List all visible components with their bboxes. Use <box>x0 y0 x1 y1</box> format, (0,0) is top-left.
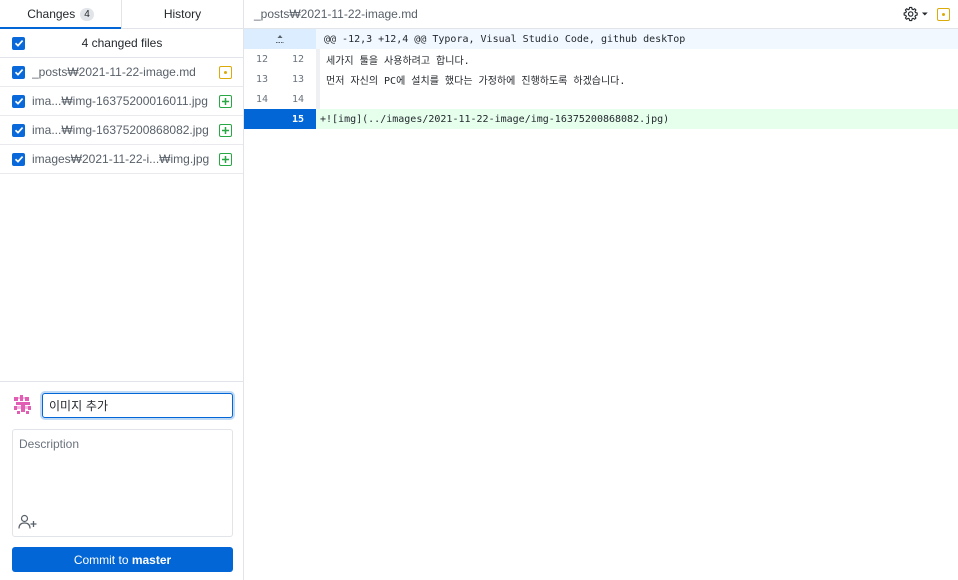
added-file-icon <box>219 94 232 108</box>
diff-line[interactable]: 14 14 <box>244 89 958 109</box>
old-line-number <box>244 109 280 129</box>
new-line-number: 14 <box>291 93 305 105</box>
diff-line[interactable]: 12 12 세가지 툴을 사용하려고 합니다. <box>244 49 958 69</box>
diff-file-path: _posts₩2021-11-22-image.md <box>254 7 418 21</box>
expand-up-icon[interactable] <box>244 29 316 49</box>
file-name: images₩2021-11-22-i...₩img.jpg <box>32 152 210 166</box>
old-line-number: 12 <box>255 53 269 65</box>
tab-history-label: History <box>163 7 202 21</box>
commit-button-prefix: Commit to <box>73 552 132 567</box>
modified-file-icon <box>219 65 232 79</box>
select-all-checkbox[interactable] <box>12 36 25 50</box>
line-content <box>316 89 958 109</box>
avatar <box>12 394 34 416</box>
diff-settings-button[interactable] <box>903 5 929 23</box>
commit-branch-name: master <box>131 552 172 567</box>
file-checkbox[interactable] <box>12 94 25 108</box>
line-content: 세가지 툴을 사용하려고 합니다. <box>316 49 958 69</box>
file-name: ima...₩img-16375200016011.jpg <box>32 94 208 108</box>
old-line-number: 14 <box>255 93 269 105</box>
diff-header: _posts₩2021-11-22-image.md <box>244 0 958 29</box>
add-coauthor-icon[interactable] <box>18 514 38 530</box>
sidebar-tabs: Changes 4 History <box>0 0 243 29</box>
file-name: ima...₩img-16375200868082.jpg <box>32 123 209 137</box>
tab-history[interactable]: History <box>122 0 243 28</box>
file-row[interactable]: ima...₩img-16375200016011.jpg <box>0 87 243 116</box>
file-checkbox[interactable] <box>12 65 25 79</box>
file-row[interactable]: ima...₩img-16375200868082.jpg <box>0 116 243 145</box>
tab-changes[interactable]: Changes 4 <box>0 0 122 29</box>
line-content: +![img](../images/2021-11-22-image/img-1… <box>316 109 958 129</box>
new-line-number: 15 <box>280 109 316 129</box>
tab-changes-label: Changes <box>27 7 76 21</box>
file-row[interactable]: _posts₩2021-11-22-image.md <box>0 58 243 87</box>
commit-description-field[interactable] <box>13 430 232 510</box>
changes-sidebar: Changes 4 History 4 changed files _posts… <box>0 0 244 580</box>
commit-button[interactable]: Commit to master <box>12 547 233 572</box>
diff-pane: _posts₩2021-11-22-image.md @@ -12,3 +12,… <box>244 0 958 580</box>
commit-description-box[interactable] <box>12 429 233 537</box>
diff-view: @@ -12,3 +12,4 @@ Typora, Visual Studio … <box>244 29 958 129</box>
file-name: _posts₩2021-11-22-image.md <box>32 65 196 79</box>
new-line-number: 12 <box>291 53 305 65</box>
diff-line-added[interactable]: 15 +![img](../images/2021-11-22-image/im… <box>244 109 958 129</box>
commit-area: Commit to master <box>0 381 243 580</box>
file-checkbox[interactable] <box>12 123 25 137</box>
gear-icon <box>903 6 918 22</box>
changed-files-header: 4 changed files <box>0 29 243 58</box>
modified-file-icon <box>937 7 950 21</box>
changes-count-badge: 4 <box>80 7 94 21</box>
file-row[interactable]: images₩2021-11-22-i...₩img.jpg <box>0 145 243 174</box>
changed-files-title: 4 changed files <box>81 36 163 50</box>
line-content: 먼저 자신의 PC에 설치를 했다는 가정하에 진행하도록 하겠습니다. <box>316 69 958 89</box>
hunk-header-text: @@ -12,3 +12,4 @@ Typora, Visual Studio … <box>324 33 686 45</box>
added-file-icon <box>219 123 232 137</box>
old-line-number: 13 <box>255 73 269 85</box>
hunk-header-row: @@ -12,3 +12,4 @@ Typora, Visual Studio … <box>244 29 958 49</box>
commit-summary-input[interactable] <box>42 393 233 418</box>
added-file-icon <box>219 152 232 166</box>
diff-line[interactable]: 13 13 먼저 자신의 PC에 설치를 했다는 가정하에 진행하도록 하겠습니… <box>244 69 958 89</box>
file-checkbox[interactable] <box>12 152 25 166</box>
new-line-number: 13 <box>291 73 305 85</box>
chevron-down-icon <box>922 12 929 16</box>
